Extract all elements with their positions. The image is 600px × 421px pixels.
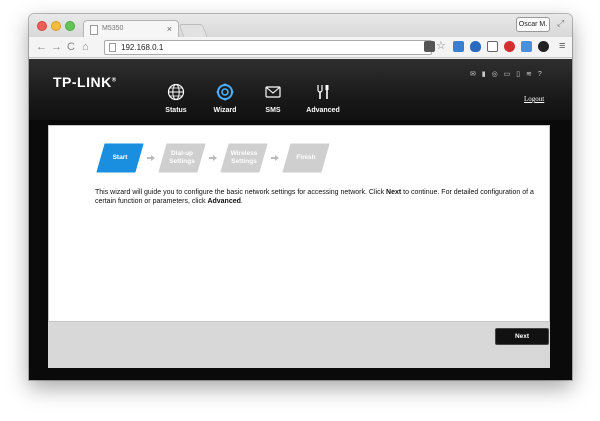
cast-extension-icon[interactable] [487, 41, 498, 52]
page-info-icon[interactable] [109, 43, 116, 52]
shield-extension-icon[interactable] [470, 41, 481, 52]
tools-icon [317, 85, 329, 99]
wizard-footer [48, 322, 550, 368]
browser-tab[interactable]: M5350 × [83, 20, 179, 38]
router-header: TP-LINK® Status Wizard SMS Advanced ✉ ▮ … [29, 59, 572, 120]
tp-link-logo: TP-LINK® [53, 74, 117, 90]
fullscreen-icon[interactable]: ⤢ [557, 18, 564, 29]
close-window-button[interactable] [37, 21, 47, 31]
nav-status-label: Status [165, 107, 187, 114]
next-button[interactable]: Next [495, 328, 549, 345]
tab-close-icon[interactable]: × [167, 24, 172, 34]
nav-advanced[interactable]: Advanced [298, 83, 348, 114]
step-arrow-icon [209, 155, 217, 161]
address-bar[interactable]: 192.168.0.1 [104, 40, 432, 55]
translate-extension-icon[interactable] [521, 41, 532, 52]
step-start-label: Start [112, 154, 128, 161]
adblock-extension-icon[interactable] [504, 41, 515, 52]
reload-icon[interactable]: C [67, 40, 75, 54]
back-arrow-icon[interactable]: ← [36, 40, 47, 54]
wizard-panel: Start Dial-up Settings Wireless Settings… [48, 125, 550, 322]
page-icon [90, 25, 98, 35]
browser-toolbar: ← → C ⌂ 192.168.0.1 ☆ ≡ [29, 37, 572, 58]
nav-sms[interactable]: SMS [248, 83, 298, 114]
wizard-gear-icon [216, 83, 234, 101]
pencil-extension-icon[interactable] [424, 41, 435, 52]
dark-extension-icon[interactable] [538, 41, 549, 52]
page-content: TP-LINK® Status Wizard SMS Advanced ✉ ▮ … [29, 59, 572, 380]
step-start: Start [95, 142, 145, 174]
title-bar: M5350 × Oscar M. ⤢ [29, 14, 572, 38]
step-wireless-label: Wireless Settings [230, 150, 258, 165]
nav-status[interactable]: Status [151, 83, 201, 114]
home-icon[interactable]: ⌂ [82, 40, 89, 54]
globe-icon [167, 83, 185, 101]
device-status-icons: ✉ ▮ ◎ ▭ ▯ ≋ ? [470, 71, 544, 78]
envelope-icon [265, 86, 281, 98]
nav-sms-label: SMS [265, 107, 281, 114]
step-arrow-icon [147, 155, 155, 161]
logout-link[interactable]: Logout [524, 95, 544, 103]
zoom-window-button[interactable] [65, 21, 75, 31]
step-dialup-settings: Dial-up Settings [157, 142, 207, 174]
nav-wizard-label: Wizard [213, 107, 237, 114]
step-dialup-label: Dial-up Settings [169, 150, 195, 165]
profile-button[interactable]: Oscar M. [516, 17, 550, 32]
wizard-description: This wizard will guide you to configure … [95, 189, 534, 205]
browser-menu-icon[interactable]: ≡ [559, 40, 565, 52]
nav-advanced-label: Advanced [306, 107, 340, 114]
tab-title: M5350 [102, 25, 124, 32]
nav-wizard[interactable]: Wizard [200, 83, 250, 114]
step-finish-label: Finish [296, 154, 316, 161]
wizard-steps: Start Dial-up Settings Wireless Settings… [95, 142, 355, 178]
bookmark-star-icon[interactable]: ☆ [436, 39, 446, 53]
new-tab-button[interactable] [178, 24, 208, 37]
step-arrow-icon [271, 155, 279, 161]
forward-arrow-icon[interactable]: → [51, 40, 62, 54]
grid-extension-icon[interactable] [453, 41, 464, 52]
minimize-window-button[interactable] [51, 21, 61, 31]
step-wireless-settings: Wireless Settings [219, 142, 269, 174]
browser-window: M5350 × Oscar M. ⤢ ← → C ⌂ 192.168.0.1 ☆… [29, 14, 572, 380]
step-finish: Finish [281, 142, 331, 174]
url-text: 192.168.0.1 [121, 43, 164, 52]
